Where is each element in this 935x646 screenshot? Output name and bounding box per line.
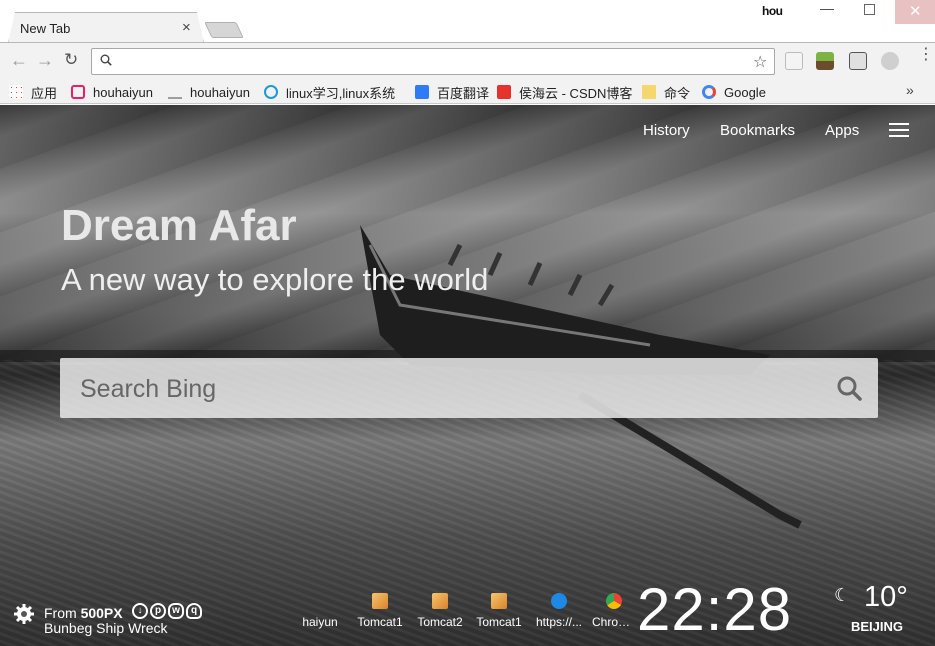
bookmark-label: linux学习,linux系统	[286, 85, 396, 101]
tomcat-icon	[372, 593, 388, 609]
reload-button[interactable]: ↻	[64, 50, 78, 70]
weather-temperature[interactable]: 10°	[864, 581, 908, 614]
bookmark-grey-icon	[168, 85, 182, 99]
extension-garden-icon[interactable]	[816, 52, 834, 70]
bookmark-item[interactable]: 命令	[642, 83, 690, 101]
browser-menu-icon[interactable]: ⋮	[918, 47, 934, 63]
minimize-button[interactable]: —	[820, 0, 834, 16]
bookmark-label: houhaiyun	[93, 84, 153, 100]
photo-source: From 500PX	[44, 605, 123, 621]
bookmarks-link[interactable]: Bookmarks	[720, 122, 795, 139]
apps-link[interactable]: Apps	[825, 122, 859, 139]
extension-circle-icon[interactable]	[881, 52, 899, 70]
weather-city: BEIJING	[851, 619, 904, 634]
search-icon	[100, 54, 112, 66]
bookmarks-overflow-icon[interactable]: »	[906, 82, 914, 98]
address-bar[interactable]: ☆	[91, 48, 775, 75]
bookmark-label: 百度翻译	[437, 85, 490, 101]
close-icon: ✕	[909, 3, 922, 20]
site-blue-icon	[551, 593, 567, 609]
hero-title: Dream Afar	[61, 201, 297, 250]
close-window-button[interactable]: ✕	[895, 0, 935, 24]
tab-title: New Tab	[20, 21, 71, 36]
hero-subtitle: A new way to explore the world	[61, 262, 489, 297]
bookmark-star-icon[interactable]: ☆	[753, 52, 767, 72]
tomcat-icon	[432, 593, 448, 609]
tomcat-icon	[491, 593, 507, 609]
clock: 22:28	[637, 576, 793, 643]
hamburger-menu-icon[interactable]	[889, 123, 909, 138]
shortcut-tile[interactable]: https://...	[528, 593, 590, 629]
shortcut-label: https://...	[535, 615, 583, 629]
bookmark-item[interactable]: houhaiyun	[168, 83, 250, 101]
bookmark-item[interactable]: linux学习,linux系统	[264, 83, 404, 101]
forward-button[interactable]: →	[36, 50, 54, 71]
bookmark-label: 应用	[31, 85, 58, 101]
new-tab-button[interactable]	[204, 22, 244, 38]
bookmark-item[interactable]: 百度翻译	[415, 83, 489, 101]
apps-grid-icon	[9, 85, 23, 99]
tab-close-icon[interactable]: ×	[182, 19, 191, 36]
history-link[interactable]: History	[643, 122, 690, 139]
extension-translate-icon[interactable]	[785, 52, 803, 70]
search-icon[interactable]	[836, 375, 862, 401]
shortcut-label: Tomcat1	[476, 615, 522, 629]
bookmark-label: 侯海云 - CSDN博客	[519, 85, 633, 101]
title-bar: New Tab × hou — ✕	[0, 0, 935, 42]
download-icon[interactable]: ↓	[132, 603, 148, 619]
search-box[interactable]: Search Bing	[60, 358, 878, 418]
blank-icon	[312, 593, 328, 609]
qq-icon[interactable]: q	[186, 603, 202, 619]
photo-title: Bunbeg Ship Wreck	[44, 620, 168, 636]
bookmark-label: Google	[724, 84, 766, 100]
chrome-icon	[606, 593, 622, 609]
extension-pencil-icon[interactable]	[849, 52, 867, 70]
back-button[interactable]: ←	[10, 50, 28, 71]
baidu-translate-icon	[415, 85, 429, 99]
bookmark-label: houhaiyun	[190, 84, 250, 100]
photo-source-name[interactable]: 500PX	[81, 605, 123, 621]
bookmark-item[interactable]: houhaiyun	[71, 83, 153, 101]
shortcut-tile[interactable]: Tomcat1	[464, 593, 534, 629]
shortcut-tile[interactable]: Chrom...	[592, 593, 636, 629]
maximize-button[interactable]	[864, 4, 875, 15]
settings-gear-icon[interactable]	[13, 603, 35, 625]
weibo-icon[interactable]: w	[168, 603, 184, 619]
csdn-icon	[497, 85, 511, 99]
share-icons: ↓ p w q	[132, 603, 202, 619]
pinterest-icon[interactable]: p	[150, 603, 166, 619]
profile-badge[interactable]: hou	[762, 4, 783, 18]
bookmark-item[interactable]: Google	[702, 83, 766, 101]
bookmark-label: 命令	[664, 85, 691, 101]
bookmark-item[interactable]: 侯海云 - CSDN博客	[497, 83, 632, 101]
new-tab-page: History Bookmarks Apps Dream Afar A new …	[0, 105, 935, 646]
search-input[interactable]: Search Bing	[80, 375, 216, 404]
moon-icon: ☾	[834, 585, 851, 605]
bookmark-item[interactable]: 应用	[9, 83, 57, 101]
google-icon	[702, 85, 716, 99]
folder-icon	[642, 85, 656, 99]
shortcut-label: Chrom...	[592, 615, 636, 629]
linux-site-icon	[264, 85, 278, 99]
bookmark-pink-icon	[71, 85, 85, 99]
